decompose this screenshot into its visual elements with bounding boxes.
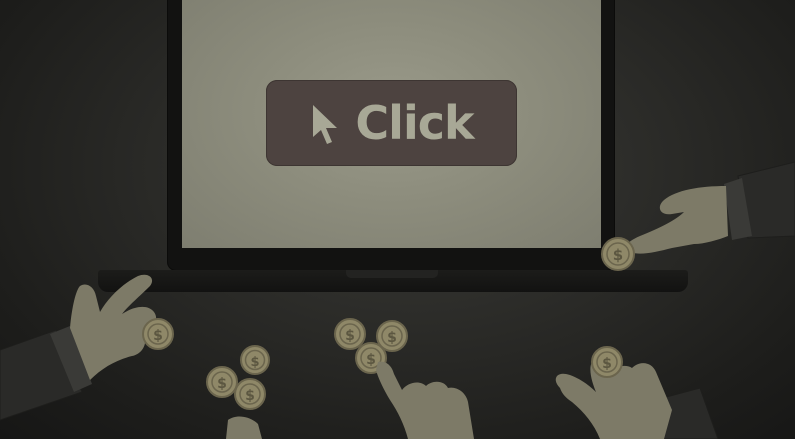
coin-left-hand: $ xyxy=(142,318,174,350)
coin-stack-left-symbol-3: $ xyxy=(245,388,255,404)
coin-center-symbol-2: $ xyxy=(387,330,397,346)
center-pointing-hand xyxy=(376,361,474,439)
coin-stack-left-symbol-2: $ xyxy=(217,376,227,392)
coin-center-symbol-3: $ xyxy=(366,352,376,368)
coin-top-right: $ xyxy=(601,237,635,271)
coin-right-bottom-symbol: $ xyxy=(602,356,612,372)
right-bottom-hand xyxy=(555,358,719,439)
left-hand-group xyxy=(0,274,157,421)
coin-stack-left-symbol-1: $ xyxy=(250,355,259,370)
hands-and-coins: $ $ $ $ $ $ $ $ $ xyxy=(0,161,795,439)
illustration: Click $ $ $ $ $ $ $ $ $ xyxy=(0,0,795,439)
coin-stack-left: $ $ $ xyxy=(206,345,270,439)
coin-left-hand-symbol: $ xyxy=(153,328,163,344)
coin-top-right-symbol: $ xyxy=(613,246,623,264)
top-right-hand xyxy=(626,186,728,254)
coin-cluster-center: $ $ $ xyxy=(334,318,408,374)
center-hand xyxy=(376,361,474,439)
top-right-pointing-hand xyxy=(626,161,795,254)
coin-right-bottom: $ xyxy=(591,346,623,378)
coin-center-symbol-1: $ xyxy=(345,328,355,344)
coin-stack-left-hand-hint xyxy=(226,416,262,439)
